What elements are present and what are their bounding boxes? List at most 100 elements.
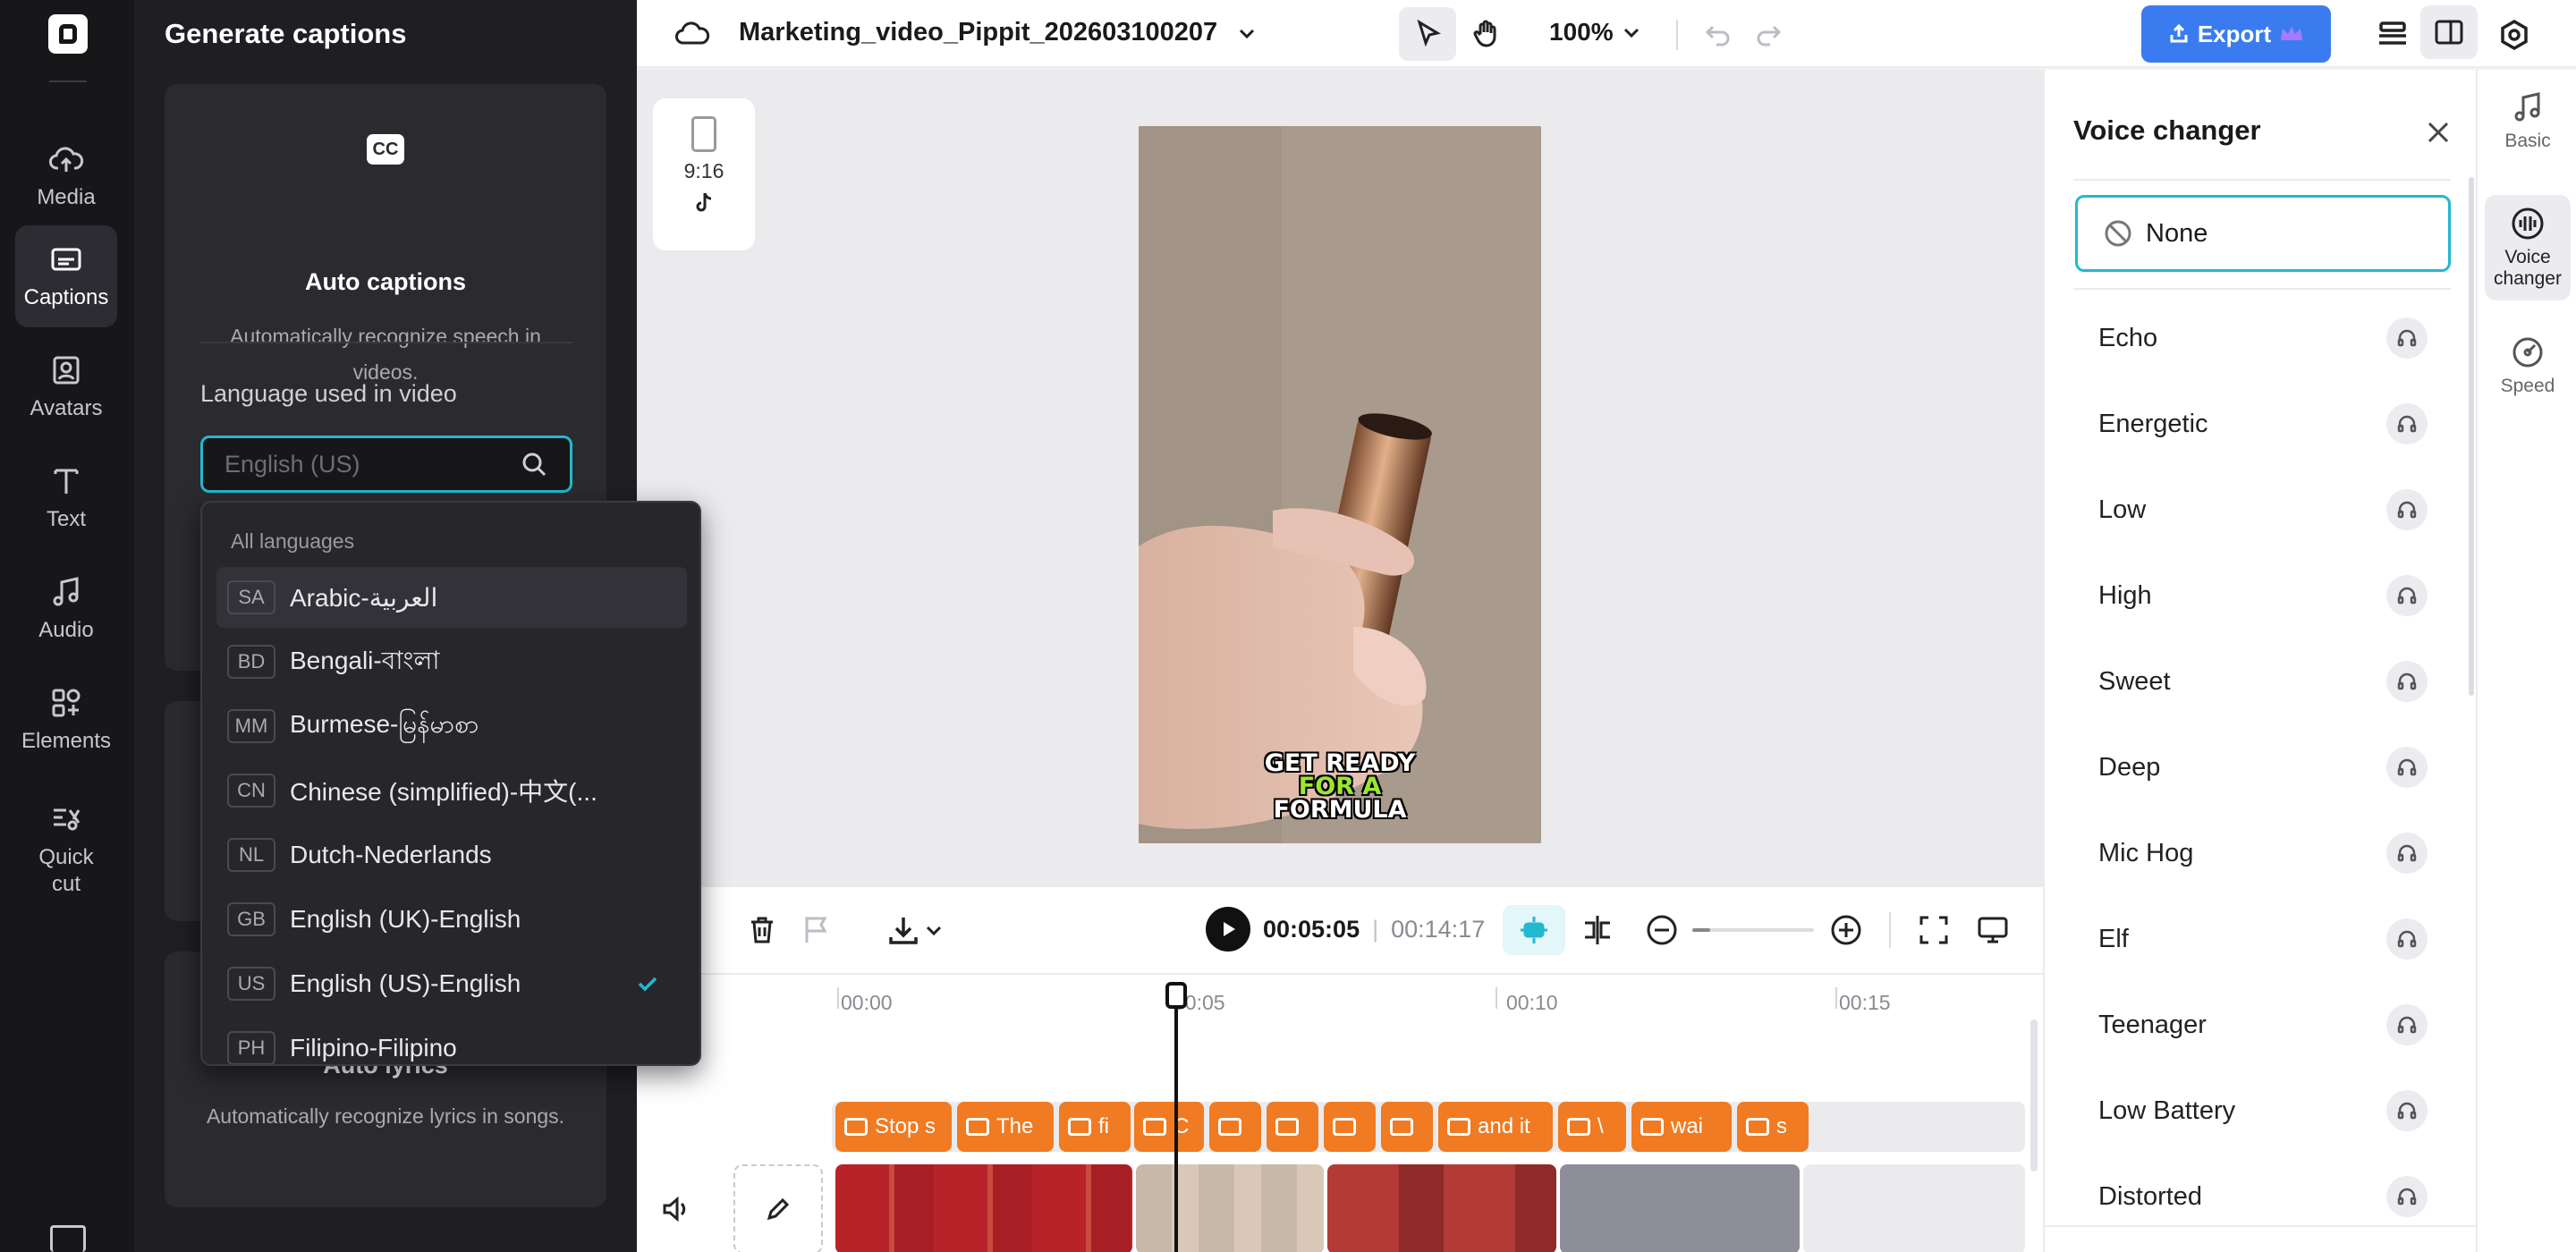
- chevron-down-icon[interactable]: [923, 919, 945, 941]
- playhead[interactable]: [1165, 982, 1187, 1252]
- delete-icon[interactable]: [746, 914, 778, 946]
- video-preview[interactable]: GET READY FOR A FORMULA: [1139, 126, 1541, 843]
- voice-option-label: None: [2146, 218, 2208, 248]
- headphones-icon[interactable]: [2386, 747, 2428, 788]
- rail-item-avatars[interactable]: Avatars: [15, 336, 117, 438]
- video-clip[interactable]: [835, 1164, 1132, 1252]
- rail-item-audio[interactable]: Audio: [15, 558, 117, 660]
- preview-monitor-icon[interactable]: [1975, 912, 2011, 948]
- voice-option[interactable]: Sweet: [2075, 646, 2451, 717]
- video-clip[interactable]: [1136, 1164, 1324, 1252]
- zoom-control[interactable]: 100%: [1549, 18, 1642, 47]
- voice-option[interactable]: Teenager: [2075, 989, 2451, 1061]
- language-option[interactable]: MM Burmese-မြန်မာစာ: [216, 696, 687, 757]
- zoom-slider[interactable]: [1692, 928, 1814, 932]
- download-icon[interactable]: [886, 912, 921, 948]
- voice-option[interactable]: Low: [2075, 474, 2451, 546]
- voice-option[interactable]: Elf: [2075, 903, 2451, 975]
- rail-item-media[interactable]: Media: [15, 125, 117, 227]
- timeline-scrollbar[interactable]: [2030, 1019, 2038, 1172]
- voice-option[interactable]: High: [2075, 560, 2451, 631]
- voice-option[interactable]: Distorted: [2075, 1161, 2451, 1232]
- cloud-icon[interactable]: [674, 16, 710, 52]
- playback-controls: 00:05:05 | 00:14:17: [1206, 907, 1485, 952]
- voice-option[interactable]: Deep: [2075, 732, 2451, 803]
- tab-speed[interactable]: Speed: [2485, 324, 2571, 408]
- video-clip[interactable]: [1327, 1164, 1556, 1252]
- voice-panel-scrollbar[interactable]: [2469, 177, 2474, 696]
- preview-canvas: 9:16 GET READY FOR A FORMULA: [637, 70, 2043, 887]
- cover-edit-button[interactable]: [733, 1164, 823, 1252]
- language-option[interactable]: CN Chinese (simplified)-中文(...: [216, 760, 687, 821]
- language-option[interactable]: PH Filipino-Filipino: [216, 1018, 687, 1064]
- export-button[interactable]: Export: [2141, 5, 2331, 63]
- split-icon[interactable]: [1580, 912, 1615, 948]
- caption-clip[interactable]: C: [1134, 1102, 1204, 1152]
- caption-clip[interactable]: [1209, 1102, 1261, 1152]
- tab-voice-changer[interactable]: Voice changer: [2485, 195, 2571, 300]
- keyboard-icon[interactable]: [50, 1225, 86, 1252]
- caption-clip[interactable]: [1324, 1102, 1376, 1152]
- auto-snap-button[interactable]: [1503, 905, 1565, 955]
- select-tool-button[interactable]: [1399, 7, 1456, 61]
- headphones-icon[interactable]: [2386, 918, 2428, 960]
- fullscreen-icon[interactable]: [1916, 912, 1952, 948]
- voice-option[interactable]: Echo: [2075, 302, 2451, 374]
- tab-basic[interactable]: Basic: [2485, 79, 2571, 163]
- app-logo[interactable]: [48, 14, 88, 54]
- caption-clip[interactable]: wai: [1631, 1102, 1732, 1152]
- headphones-icon[interactable]: [2386, 1176, 2428, 1217]
- headphones-icon[interactable]: [2386, 661, 2428, 702]
- headphones-icon[interactable]: [2386, 403, 2428, 444]
- language-option[interactable]: NL Dutch-Nederlands: [216, 825, 687, 885]
- playhead-handle[interactable]: [1165, 982, 1187, 1009]
- rail-item-elements[interactable]: Elements: [15, 669, 117, 771]
- video-frame-image: [1139, 126, 1541, 843]
- language-option[interactable]: SA Arabic-العربية: [216, 567, 687, 628]
- undo-icon[interactable]: [1703, 20, 1733, 50]
- redo-icon[interactable]: [1753, 20, 1784, 50]
- headphones-icon[interactable]: [2386, 1004, 2428, 1045]
- layout-toggle-button[interactable]: [2420, 5, 2478, 59]
- flag-icon[interactable]: [800, 914, 832, 946]
- caption-clip[interactable]: [1381, 1102, 1433, 1152]
- voice-option-none[interactable]: None: [2075, 195, 2451, 272]
- zoom-in-icon[interactable]: [1828, 912, 1864, 948]
- language-search-input[interactable]: English (US): [200, 436, 572, 493]
- zoom-out-icon[interactable]: [1644, 912, 1680, 948]
- voice-option[interactable]: Low Battery: [2075, 1075, 2451, 1146]
- caption-clip[interactable]: and it: [1438, 1102, 1553, 1152]
- volume-icon[interactable]: [660, 1193, 692, 1225]
- close-icon[interactable]: [2424, 118, 2453, 147]
- total-time: 00:14:17: [1391, 915, 1486, 943]
- headphones-icon[interactable]: [2386, 317, 2428, 359]
- layers-icon[interactable]: [2374, 16, 2411, 54]
- language-option[interactable]: GB English (UK)-English: [216, 889, 687, 950]
- chevron-down-icon[interactable]: [1234, 21, 1259, 47]
- headphones-icon[interactable]: [2386, 489, 2428, 530]
- language-option[interactable]: BD Bengali-বাংলা: [216, 631, 687, 692]
- caption-clip[interactable]: fi: [1059, 1102, 1131, 1152]
- caption-clip-icon: [1218, 1118, 1241, 1136]
- caption-clip[interactable]: [1267, 1102, 1318, 1152]
- language-option-selected[interactable]: US English (US)-English: [216, 953, 687, 1014]
- caption-clip[interactable]: The: [957, 1102, 1054, 1152]
- voice-option[interactable]: Energetic: [2075, 388, 2451, 460]
- settings-icon[interactable]: [2497, 18, 2531, 52]
- headphones-icon[interactable]: [2386, 1090, 2428, 1131]
- video-clip[interactable]: [1560, 1164, 1800, 1252]
- rail-item-text[interactable]: Text: [15, 447, 117, 549]
- play-button[interactable]: [1206, 907, 1250, 952]
- music-note-icon: [53, 577, 79, 606]
- hand-tool-button[interactable]: [1458, 7, 1515, 61]
- caption-clip[interactable]: Stop s: [835, 1102, 952, 1152]
- caption-clip[interactable]: \: [1558, 1102, 1626, 1152]
- caption-clip[interactable]: s: [1737, 1102, 1809, 1152]
- voice-option[interactable]: Mic Hog: [2075, 817, 2451, 889]
- project-title[interactable]: Marketing_video_Pippit_202603100207: [739, 18, 1217, 47]
- rail-item-quick-cut[interactable]: Quick cut: [15, 787, 117, 912]
- aspect-ratio-card[interactable]: 9:16: [653, 98, 755, 250]
- headphones-icon[interactable]: [2386, 575, 2428, 616]
- headphones-icon[interactable]: [2386, 833, 2428, 874]
- rail-item-captions[interactable]: Captions: [15, 225, 117, 327]
